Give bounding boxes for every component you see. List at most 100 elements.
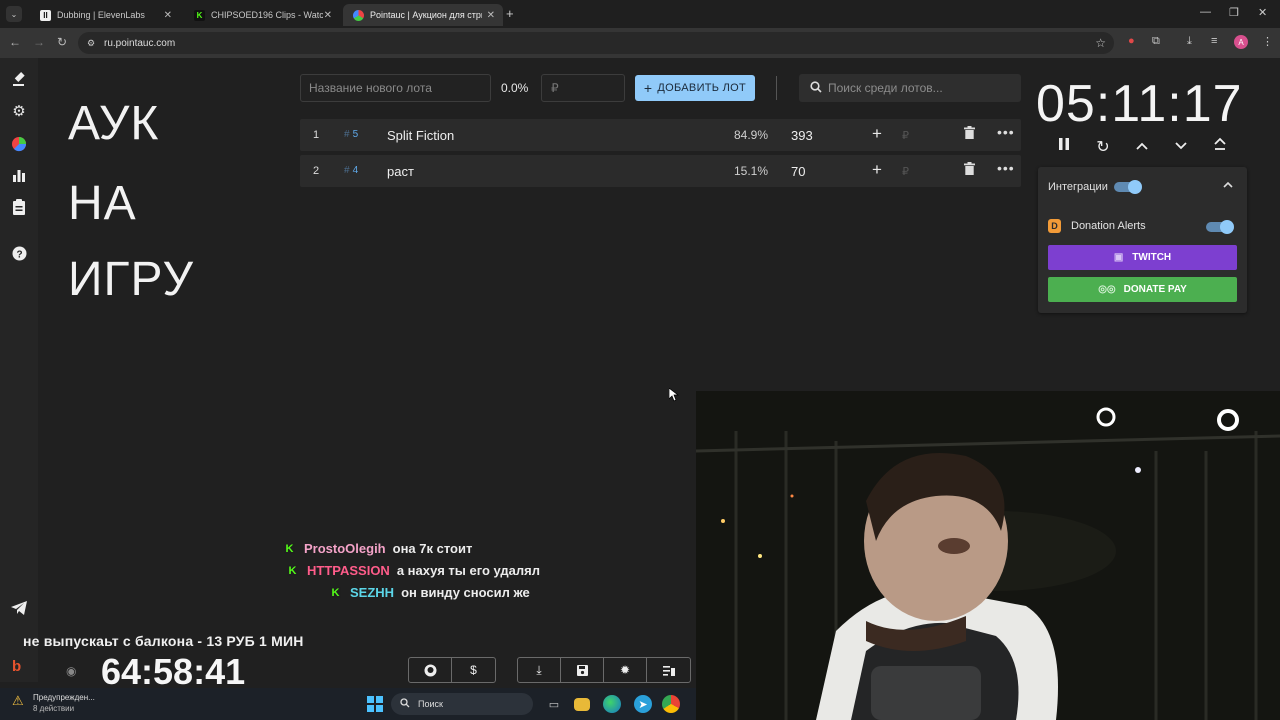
downloads-icon[interactable]: ⤓ (1187, 35, 1192, 48)
auction-timer: 05:11:17 (1036, 75, 1243, 133)
double-chevron-up-icon[interactable] (1209, 137, 1231, 156)
wheel-chart-icon[interactable] (10, 135, 28, 153)
new-lot-amount-input[interactable] (541, 74, 625, 102)
donate-dollar-icon[interactable]: $ (452, 658, 495, 682)
restart-icon[interactable]: ↻ (1092, 137, 1114, 157)
delete-trash-icon[interactable] (964, 162, 975, 178)
auction-gavel-icon[interactable] (10, 70, 28, 88)
minimize-window-icon[interactable]: — (1200, 6, 1211, 18)
settings-gear-icon[interactable]: ⚙ (10, 102, 28, 120)
address-bar[interactable]: ⚙ ru.pointauc.com ☆ (78, 32, 1114, 54)
reading-list-icon[interactable]: ≡ (1211, 35, 1217, 47)
screen: ⌄ II Dubbing | ElevenLabs ✕ K CHIPSOED19… (0, 0, 1280, 720)
integrations-toggle[interactable] (1114, 180, 1142, 194)
browser-menu-icon[interactable]: ⋮ (1262, 35, 1273, 48)
lot-row: 2 #4 раст 15.1% 70 + ₽ ••• (300, 155, 1021, 187)
pause-icon[interactable] (1053, 137, 1075, 156)
integrations-title: Интеграции (1048, 181, 1108, 193)
taskbar-search-label: Поиск (418, 699, 443, 709)
svg-text:?: ? (16, 249, 22, 260)
browser-tab-bar: ⌄ II Dubbing | ElevenLabs ✕ K CHIPSOED19… (0, 0, 1280, 28)
download-icon[interactable]: ⤓ (518, 658, 561, 682)
profile-avatar[interactable]: A (1234, 35, 1248, 49)
bonus-logo-icon: b (12, 658, 22, 675)
maximize-window-icon[interactable]: ❐ (1229, 6, 1239, 19)
help-question-icon[interactable]: ? (10, 244, 28, 262)
twitch-connect-button[interactable]: ▣ TWITCH (1048, 245, 1237, 270)
lot-amount[interactable]: 70 (791, 164, 805, 179)
warning-icon[interactable]: ⚠ (12, 693, 28, 709)
extension-red-icon[interactable]: ● (1128, 35, 1135, 47)
chevron-up-icon[interactable] (1131, 137, 1153, 155)
lot-id: #5 (344, 129, 359, 140)
windows-start-icon[interactable] (367, 696, 383, 712)
lot-name[interactable]: Split Fiction (387, 128, 454, 143)
back-arrow-icon[interactable]: ← (9, 35, 21, 49)
tab-pointauc[interactable]: Pointauc | Аукцион для стрим ✕ (343, 4, 503, 26)
github-icon[interactable] (409, 658, 452, 682)
elevenlabs-favicon-icon: II (40, 9, 51, 21)
forward-arrow-icon[interactable]: → (33, 35, 45, 49)
reload-icon[interactable]: ↻ (57, 35, 67, 49)
bookmark-star-icon[interactable]: ☆ (1095, 36, 1106, 50)
new-tab-button[interactable]: + (506, 6, 514, 21)
chat-message: K HTTPASSION а нахуя ты его удалял (287, 563, 540, 578)
toggle-knob (1220, 220, 1234, 234)
new-lot-name-input[interactable] (300, 74, 491, 102)
edge-browser-icon[interactable] (603, 695, 621, 713)
close-tab-icon[interactable]: ✕ (164, 10, 172, 21)
tab-title: CHIPSOED196 Clips - Watch Li (211, 10, 323, 20)
add-lot-button[interactable]: + ДОБАВИТЬ ЛОТ (635, 75, 755, 101)
file-explorer-icon[interactable] (574, 698, 590, 711)
headline-word: НА (68, 177, 137, 230)
lot-search[interactable] (799, 74, 1021, 102)
donation-alerts-label: Donation Alerts (1071, 220, 1146, 232)
collapse-chevron-icon[interactable] (1223, 179, 1233, 191)
tab-search-menu-button[interactable]: ⌄ (6, 6, 22, 22)
stream-clock: 64:58:41 (101, 651, 246, 692)
more-options-icon[interactable]: ••• (997, 160, 1015, 176)
visibility-eye-icon[interactable]: ◉ (66, 664, 76, 678)
tab-elevenlabs[interactable]: II Dubbing | ElevenLabs ✕ (30, 4, 180, 26)
clear-list-icon[interactable] (647, 658, 690, 682)
lot-index: 2 (313, 165, 320, 177)
lot-name[interactable]: раст (387, 164, 414, 179)
donation-alerts-toggle[interactable] (1206, 220, 1234, 234)
site-settings-icon[interactable]: ⚙ (87, 38, 95, 49)
telegram-taskbar-icon[interactable]: ➤ (634, 695, 652, 713)
close-window-icon[interactable]: ✕ (1258, 6, 1267, 19)
add-amount-plus-icon[interactable]: + (872, 124, 882, 144)
more-options-icon[interactable]: ••• (997, 124, 1015, 140)
lot-search-input[interactable] (828, 81, 1008, 95)
add-amount-plus-icon[interactable]: + (872, 160, 882, 180)
twitch-label: TWITCH (1132, 252, 1172, 263)
lot-currency[interactable]: ₽ (902, 165, 909, 178)
kick-badge-icon: K (284, 542, 295, 555)
warning-subtitle: 8 действии (33, 704, 75, 713)
lot-amount[interactable]: 393 (791, 128, 813, 143)
close-tab-icon[interactable]: ✕ (487, 10, 495, 21)
bug-report-icon[interactable]: ✹ (604, 658, 647, 682)
tab-kick-clips[interactable]: K CHIPSOED196 Clips - Watch Li ✕ (184, 4, 340, 26)
statistics-bar-chart-icon[interactable] (10, 166, 28, 184)
chevron-down-icon[interactable] (1170, 137, 1192, 155)
chrome-browser-icon[interactable] (662, 695, 680, 713)
donatepay-label: DONATE PAY (1123, 284, 1187, 295)
chat-text: он винду сносил же (401, 585, 530, 600)
close-tab-icon[interactable]: ✕ (324, 10, 332, 21)
task-view-icon[interactable]: ▭ (545, 695, 563, 713)
lot-currency[interactable]: ₽ (902, 129, 909, 142)
url-text: ru.pointauc.com (104, 37, 176, 49)
donation-ticker: не выпускаьт с балкона - 13 РУБ 1 МИН (23, 633, 304, 649)
twitch-icon: ▣ (1113, 252, 1124, 263)
donatepay-connect-button[interactable]: ◎◎ DONATE PAY (1048, 277, 1237, 302)
delete-trash-icon[interactable] (964, 126, 975, 142)
save-icon[interactable] (561, 658, 604, 682)
browser-toolbar: ← → ↻ ⚙ ru.pointauc.com ☆ (0, 28, 1280, 58)
extensions-puzzle-icon[interactable]: ⧉ (1152, 35, 1160, 48)
taskbar-search[interactable]: Поиск (391, 693, 533, 715)
telegram-icon[interactable] (10, 599, 28, 617)
clipboard-history-icon[interactable] (10, 198, 28, 216)
new-lot-percent: 0.0% (501, 81, 529, 95)
lot-percent: 84.9% (734, 128, 769, 142)
